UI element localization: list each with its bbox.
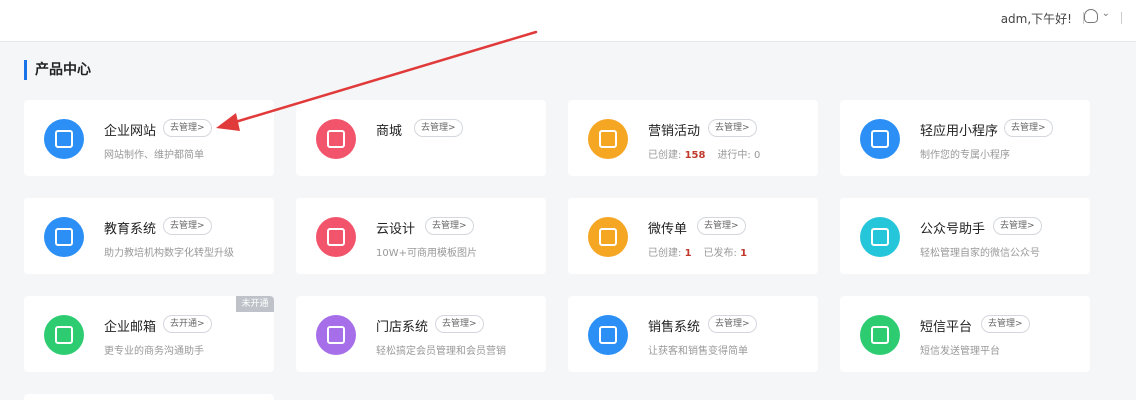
annotation-arrow (216, 30, 538, 131)
